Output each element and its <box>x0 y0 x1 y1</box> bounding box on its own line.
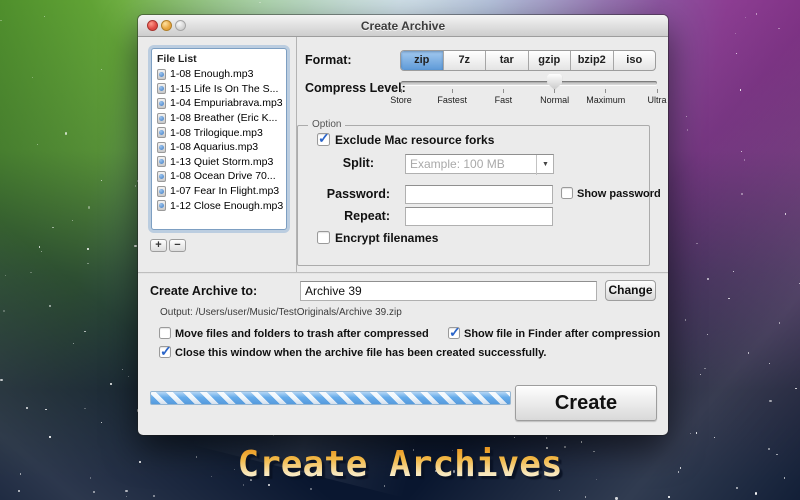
compress-slider-track[interactable] <box>401 81 657 85</box>
music-file-icon <box>157 69 166 80</box>
music-file-icon <box>157 186 166 197</box>
show-password-label: Show password <box>577 188 661 200</box>
option-group-legend: Option <box>308 119 345 130</box>
file-list[interactable]: File List 1-08 Enough.mp3 1-15 Life Is O… <box>151 48 287 230</box>
music-file-icon <box>157 98 166 109</box>
file-name: 1-08 Ocean Drive 70... <box>170 170 276 182</box>
slider-stop-label: Fast <box>495 95 513 105</box>
format-segment[interactable]: zip <box>401 51 443 70</box>
exclude-forks-checkbox[interactable]: ✓ <box>317 133 330 146</box>
file-list-item[interactable]: 1-15 Life Is On The S... <box>152 82 286 97</box>
close-window-label: Close this window when the archive file … <box>175 347 546 359</box>
file-name: 1-08 Aquarius.mp3 <box>170 141 258 153</box>
music-file-icon <box>157 127 166 138</box>
file-name: 1-08 Trilogique.mp3 <box>170 127 263 139</box>
tick-mark <box>657 89 658 93</box>
archive-name-input[interactable] <box>300 281 597 301</box>
show-in-finder-checkbox[interactable]: ✓ <box>448 327 460 339</box>
show-in-finder-label: Show file in Finder after compression <box>464 328 660 340</box>
repeat-label: Repeat: <box>278 209 390 223</box>
format-segmented-control: zip7ztargzipbzip2iso <box>400 50 656 71</box>
window-title: Create Archive <box>138 19 668 33</box>
slider-stop-label: Ultra <box>647 95 666 105</box>
tick-mark <box>503 89 504 93</box>
file-name: 1-07 Fear In Flight.mp3 <box>170 185 279 197</box>
create-button[interactable]: Create <box>515 385 657 421</box>
compress-slider-stops: Store Fastest Fast Normal Maximum Ultra <box>401 89 657 109</box>
exclude-forks-label: Exclude Mac resource forks <box>335 133 494 147</box>
music-file-icon <box>157 113 166 124</box>
tick-mark <box>554 89 555 93</box>
format-segment[interactable]: iso <box>613 51 656 70</box>
desktop-wallpaper: Create Archive File List 1-08 Enough.mp3… <box>0 0 800 500</box>
create-archive-to-label: Create Archive to: <box>150 284 257 298</box>
file-list-items: 1-08 Enough.mp3 1-15 Life Is On The S...… <box>152 67 286 213</box>
file-name: 1-13 Quiet Storm.mp3 <box>170 156 273 168</box>
compress-slider-thumb[interactable] <box>547 74 562 90</box>
encrypt-filenames-checkbox[interactable]: ✓ <box>317 231 330 244</box>
check-icon: ✓ <box>449 324 461 341</box>
change-button[interactable]: Change <box>605 280 656 301</box>
move-to-trash-checkbox[interactable]: ✓ <box>159 327 171 339</box>
split-input[interactable] <box>405 154 554 174</box>
file-list-item[interactable]: 1-08 Enough.mp3 <box>152 67 286 82</box>
file-name: 1-04 Empuriabrava.mp3 <box>170 97 283 109</box>
window-titlebar[interactable]: Create Archive <box>138 15 668 37</box>
format-segment[interactable]: 7z <box>443 51 486 70</box>
encrypt-filenames-label: Encrypt filenames <box>335 231 438 245</box>
progress-bar <box>150 391 511 405</box>
file-list-item[interactable]: 1-08 Ocean Drive 70... <box>152 169 286 184</box>
music-file-icon <box>157 200 166 211</box>
move-to-trash-label: Move files and folders to trash after co… <box>175 328 429 340</box>
file-list-item[interactable]: 1-08 Trilogique.mp3 <box>152 125 286 140</box>
split-dropdown-arrow-icon[interactable]: ▼ <box>536 155 554 175</box>
file-list-item[interactable]: 1-04 Empuriabrava.mp3 <box>152 96 286 111</box>
slider-stop-label: Maximum <box>586 95 625 105</box>
caption-text: Create Archives <box>0 444 800 485</box>
music-file-icon <box>157 156 166 167</box>
file-name: 1-15 Life Is On The S... <box>170 83 278 95</box>
tick-mark <box>401 89 402 93</box>
music-file-icon <box>157 142 166 153</box>
password-label: Password: <box>278 187 390 201</box>
slider-stop-label: Normal <box>540 95 569 105</box>
create-archive-window: Create Archive File List 1-08 Enough.mp3… <box>138 15 668 435</box>
tick-mark <box>452 89 453 93</box>
file-name: 1-08 Enough.mp3 <box>170 68 253 80</box>
file-name: 1-12 Close Enough.mp3 <box>170 200 283 212</box>
music-file-icon <box>157 83 166 94</box>
add-file-button[interactable]: + <box>150 239 167 252</box>
password-input[interactable] <box>405 185 553 204</box>
file-list-item[interactable]: 1-08 Breather (Eric K... <box>152 111 286 126</box>
format-segment[interactable]: bzip2 <box>570 51 613 70</box>
file-list-item[interactable]: 1-12 Close Enough.mp3 <box>152 198 286 213</box>
section-divider <box>138 272 668 274</box>
split-label: Split: <box>288 156 374 170</box>
file-name: 1-08 Breather (Eric K... <box>170 112 277 124</box>
format-segment[interactable]: gzip <box>528 51 571 70</box>
file-list-item[interactable]: 1-13 Quiet Storm.mp3 <box>152 155 286 170</box>
music-file-icon <box>157 171 166 182</box>
check-icon: ✓ <box>318 130 330 147</box>
format-label: Format: <box>305 53 352 67</box>
repeat-input[interactable] <box>405 207 553 226</box>
slider-stop-label: Fastest <box>437 95 467 105</box>
slider-stop-label: Store <box>390 95 412 105</box>
file-list-item[interactable]: 1-08 Aquarius.mp3 <box>152 140 286 155</box>
close-window-checkbox[interactable]: ✓ <box>159 346 171 358</box>
tick-mark <box>605 89 606 93</box>
show-password-checkbox[interactable]: ✓ <box>561 187 573 199</box>
output-path: Output: /Users/user/Music/TestOriginals/… <box>160 307 402 318</box>
file-list-item[interactable]: 1-07 Fear In Flight.mp3 <box>152 184 286 199</box>
check-icon: ✓ <box>160 343 172 360</box>
remove-file-button[interactable]: − <box>169 239 186 252</box>
compress-level-label: Compress Level: <box>305 81 406 95</box>
format-segment[interactable]: tar <box>485 51 528 70</box>
file-list-header: File List <box>152 49 286 67</box>
